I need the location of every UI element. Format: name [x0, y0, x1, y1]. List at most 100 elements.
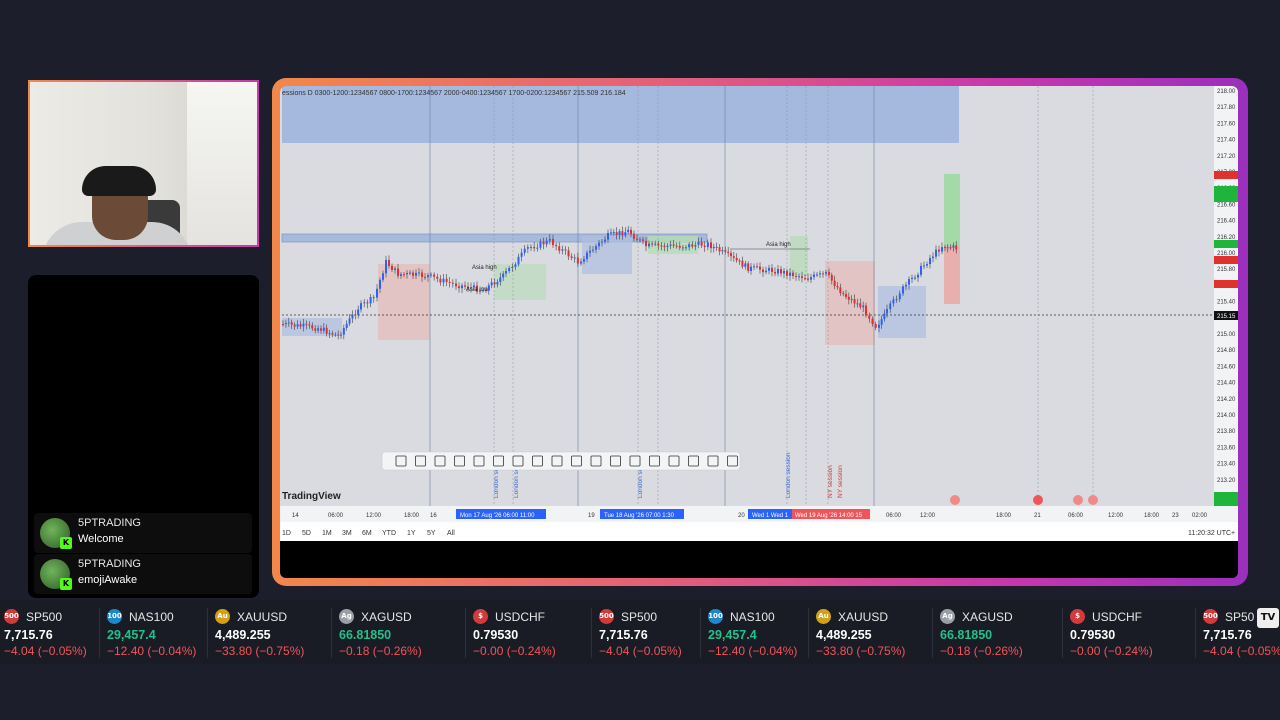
candle	[607, 233, 609, 240]
time-axis-label: 02:00	[1192, 513, 1208, 519]
candle	[576, 257, 579, 264]
timeframe-buttons[interactable]: 1D 5D 1M 3M 6M YTD 1Y 5Y All	[282, 530, 455, 537]
candle	[874, 324, 877, 328]
candle	[322, 327, 325, 331]
candle	[439, 278, 442, 283]
chart-canvas[interactable]: essions D 0300-1200:1234567 0800-1700:12…	[280, 86, 1238, 578]
symbol-icon: 500	[4, 609, 19, 624]
candle	[691, 244, 694, 247]
candle	[345, 323, 348, 328]
timeframe-button[interactable]: 1D	[282, 530, 291, 537]
candle	[648, 243, 650, 247]
candle	[842, 293, 845, 295]
event-marker-icon[interactable]	[1088, 495, 1098, 505]
candle	[759, 266, 761, 270]
candle	[633, 234, 635, 239]
candle	[833, 280, 836, 287]
candle	[636, 238, 638, 240]
candle	[621, 231, 624, 236]
time-axis-label: 06:00	[886, 513, 902, 519]
ticker-symbol: XAGUSD	[361, 610, 412, 624]
chat-text: Welcome	[78, 533, 124, 545]
candle	[536, 247, 539, 249]
candle	[935, 249, 937, 257]
price-axis-label: 216.20	[1217, 235, 1236, 241]
candle	[908, 279, 910, 285]
timeframe-button[interactable]: 5D	[302, 530, 311, 537]
ticker-item[interactable]: 100 NAS100 29,457.4 −12.40 (−0.04%)	[107, 600, 217, 664]
ticker-tape: 500 SP500 7,715.76 −4.04 (−0.05%) 100 NAS100 2…	[0, 600, 1280, 664]
candle	[911, 277, 913, 280]
time-axis-label: 21	[1034, 513, 1041, 519]
candle	[552, 238, 554, 246]
candle	[394, 268, 396, 270]
ticker-symbol: XAUUSD	[237, 610, 288, 624]
candle	[580, 261, 582, 264]
price-axis-label: 216.60	[1217, 202, 1236, 208]
symbol-icon: Au	[816, 609, 831, 624]
candle	[290, 322, 293, 325]
candle	[542, 241, 545, 245]
ticker-divider	[591, 608, 592, 658]
ticker-item[interactable]: Au XAUUSD 4,489.255 −33.80 (−0.75%)	[816, 600, 926, 664]
event-marker-icon[interactable]	[950, 495, 960, 505]
timeframe-button[interactable]: 5Y	[427, 530, 436, 537]
current-price-value: 215.15	[1217, 314, 1236, 320]
session-box	[494, 264, 546, 300]
candle	[573, 257, 576, 259]
candle	[382, 273, 384, 280]
ticker-item[interactable]: $ USDCHF 0.79530 −0.00 (−0.24%)	[473, 600, 583, 664]
event-marker-icon[interactable]	[1073, 495, 1083, 505]
ticker-change: −0.18 (−0.26%)	[940, 644, 1023, 658]
candle	[499, 277, 502, 282]
ticker-item[interactable]: Au XAUUSD 4,489.255 −33.80 (−0.75%)	[215, 600, 325, 664]
timezone-clock[interactable]: 11:20:32 UTC+	[1188, 530, 1235, 537]
bottom-toolbar	[280, 522, 1238, 541]
price-tag	[1214, 492, 1238, 506]
webcam-overlay	[28, 80, 259, 247]
timeframe-button[interactable]: 1M	[322, 530, 332, 537]
timeframe-button[interactable]: YTD	[382, 530, 396, 537]
time-axis-label: 06:00	[328, 513, 344, 519]
ticker-price: 7,715.76	[4, 628, 53, 642]
candle	[445, 278, 448, 282]
candle	[774, 271, 776, 274]
candle	[929, 258, 931, 265]
tradingview-chart[interactable]: essions D 0300-1200:1234567 0800-1700:12…	[280, 86, 1238, 578]
candle	[657, 243, 660, 246]
timeframe-button[interactable]: All	[447, 530, 455, 537]
candle	[412, 272, 414, 276]
candle	[369, 297, 372, 304]
candle	[630, 229, 632, 235]
candle	[461, 285, 463, 289]
candle	[520, 252, 523, 257]
timeframe-button[interactable]: 6M	[362, 530, 372, 537]
event-marker-icon[interactable]	[1033, 495, 1043, 505]
candle	[895, 299, 898, 301]
ticker-item[interactable]: Ag XAGUSD 66.81850 −0.18 (−0.26%)	[940, 600, 1050, 664]
drawing-toolbar[interactable]	[381, 451, 741, 471]
price-axis-label: 213.20	[1217, 478, 1236, 484]
ticker-divider	[700, 608, 701, 658]
candle	[666, 245, 669, 248]
ticker-price: 7,715.76	[1203, 628, 1252, 642]
candle	[944, 247, 946, 249]
timeframe-button[interactable]: 1Y	[407, 530, 416, 537]
candle	[610, 232, 612, 234]
candle	[302, 323, 305, 327]
symbol-icon: 500	[599, 609, 614, 624]
candle	[801, 276, 803, 279]
candle	[385, 259, 387, 274]
ticker-item[interactable]: Ag XAGUSD 66.81850 −0.18 (−0.26%)	[339, 600, 449, 664]
candle	[548, 238, 551, 241]
ticker-item[interactable]: $ USDCHF 0.79530 −0.00 (−0.24%)	[1070, 600, 1180, 664]
ticker-item[interactable]: 500 SP500 7,715.76 −4.04 (−0.05%)	[599, 600, 709, 664]
candle	[798, 276, 800, 278]
time-axis-label: 16	[430, 513, 437, 519]
symbol-icon: 100	[708, 609, 723, 624]
timeframe-button[interactable]: 3M	[342, 530, 352, 537]
ticker-item[interactable]: 100 NAS100 29,457.4 −12.40 (−0.04%)	[708, 600, 818, 664]
candle	[391, 265, 393, 270]
candle	[845, 293, 847, 297]
ticker-item[interactable]: 500 SP500 7,715.76 −4.04 (−0.05%)	[4, 600, 114, 664]
